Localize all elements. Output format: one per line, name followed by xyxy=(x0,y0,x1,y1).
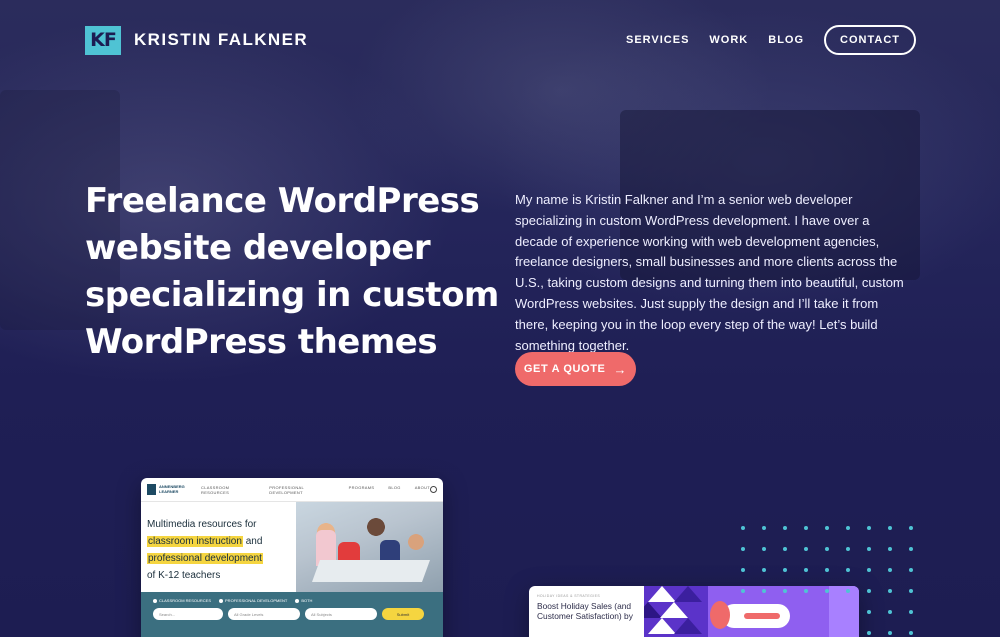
decor-dot xyxy=(825,526,829,530)
decor-dot xyxy=(888,610,892,614)
card-radio: BOTH xyxy=(295,598,312,603)
decor-dot xyxy=(741,589,745,593)
arrow-right-icon: → xyxy=(613,361,628,377)
decor-dot xyxy=(909,547,913,551)
decor-dot xyxy=(867,526,871,530)
classroom-photo xyxy=(296,502,443,592)
triangle-shape xyxy=(674,586,702,602)
decor-dot xyxy=(867,610,871,614)
card-site-hero: Multimedia resources for classroom instr… xyxy=(141,502,443,592)
decor-dot xyxy=(909,589,913,593)
decor-dot xyxy=(846,547,850,551)
nav-item-work[interactable]: WORK xyxy=(709,34,748,46)
site-header: KF KRISTIN FALKNER SERVICES WORK BLOG CO… xyxy=(85,24,916,56)
card-radio: CLASSROOM RESOURCES xyxy=(153,598,211,603)
triangle-shape xyxy=(674,618,702,634)
decor-dot xyxy=(762,547,766,551)
decor-dot xyxy=(888,631,892,635)
card-site-nav: ANNENBERG LEARNER CLASSROOM RESOURCES PR… xyxy=(141,478,443,502)
decor-dot xyxy=(867,631,871,635)
card-blog-title: Boost Holiday Sales (and Customer Satisf… xyxy=(537,601,633,621)
decor-dot xyxy=(888,589,892,593)
decor-dot xyxy=(846,526,850,530)
decor-dot xyxy=(867,589,871,593)
card-radio: PROFESSIONAL DEVELOPMENT xyxy=(219,598,287,603)
decor-dot xyxy=(741,526,745,530)
decor-dot xyxy=(804,589,808,593)
card-nav-item: PROGRAMS xyxy=(348,484,375,490)
contact-button[interactable]: CONTACT xyxy=(824,25,916,55)
card-search-input: Search... xyxy=(153,608,223,620)
card-highlight-2: professional development xyxy=(147,553,263,564)
card-highlight-1: classroom instruction xyxy=(147,536,243,547)
portfolio-card-annenberg[interactable]: ANNENBERG LEARNER CLASSROOM RESOURCES PR… xyxy=(141,478,443,637)
decor-dot xyxy=(846,568,850,572)
decor-dot xyxy=(762,589,766,593)
card-nav-item: BLOG xyxy=(388,484,401,490)
decor-dot xyxy=(783,589,787,593)
hero-intro: My name is Kristin Falkner and I’m a sen… xyxy=(515,192,904,353)
card-site-logo-text: ANNENBERG LEARNER xyxy=(159,484,185,494)
card-line-1: Multimedia resources for xyxy=(147,519,257,530)
photo-desk xyxy=(311,560,431,582)
decor-dot xyxy=(888,547,892,551)
card-grade-select: All Grade Levels xyxy=(228,608,300,620)
decor-dot xyxy=(888,526,892,530)
card-line-4: of K-12 teachers xyxy=(147,570,221,581)
card-site-navlinks: CLASSROOM RESOURCES PROFESSIONAL DEVELOP… xyxy=(201,485,430,495)
logo-mark[interactable]: KF xyxy=(85,25,121,55)
decor-dot xyxy=(909,610,913,614)
hero-headline: Freelance WordPress website developer sp… xyxy=(85,181,499,362)
card-subject-select: All Subjects xyxy=(305,608,377,620)
decor-dot xyxy=(804,526,808,530)
card-nav-item: ABOUT xyxy=(414,484,430,490)
decor-dot xyxy=(909,631,913,635)
decor-dot xyxy=(762,526,766,530)
triangle-shape xyxy=(648,586,676,602)
card-site-logo: ANNENBERG LEARNER xyxy=(147,484,189,495)
decor-dot xyxy=(741,568,745,572)
card-radios: CLASSROOM RESOURCES PROFESSIONAL DEVELOP… xyxy=(153,598,431,603)
phone-icon xyxy=(710,601,730,629)
decor-dot xyxy=(804,547,808,551)
decor-dot xyxy=(804,568,808,572)
search-icon xyxy=(430,486,437,493)
card-and: and xyxy=(245,536,263,547)
card-nav-item: PROFESSIONAL DEVELOPMENT xyxy=(269,484,304,495)
decor-dot xyxy=(846,589,850,593)
decor-dot xyxy=(888,568,892,572)
decor-dot xyxy=(825,547,829,551)
decor-dot xyxy=(825,589,829,593)
decor-dot xyxy=(867,568,871,572)
decor-dot xyxy=(825,568,829,572)
card-site-hero-text: Multimedia resources for classroom instr… xyxy=(141,502,296,592)
decor-dot xyxy=(783,568,787,572)
decor-dot xyxy=(762,568,766,572)
nav-item-blog[interactable]: BLOG xyxy=(768,34,804,46)
annenberg-logo-icon xyxy=(147,484,156,495)
dot-grid-decoration xyxy=(741,526,921,637)
triangle-shape xyxy=(648,618,676,634)
triangle-shape xyxy=(660,602,688,618)
brand-name[interactable]: KRISTIN FALKNER xyxy=(134,30,308,50)
card-blog-text: HOLIDAY IDEAS & STRATEGIES Boost Holiday… xyxy=(529,586,644,637)
nav-item-services[interactable]: SERVICES xyxy=(626,34,689,46)
decor-dot xyxy=(867,547,871,551)
main-nav: SERVICES WORK BLOG CONTACT xyxy=(626,25,916,55)
card-inputs: Search... All Grade Levels All Subjects … xyxy=(153,608,431,620)
decor-dot xyxy=(783,526,787,530)
decor-dot xyxy=(909,568,913,572)
card-nav-item: CLASSROOM RESOURCES xyxy=(201,484,230,495)
brand[interactable]: KF KRISTIN FALKNER xyxy=(85,25,308,55)
decor-dot xyxy=(909,526,913,530)
decor-dot xyxy=(783,547,787,551)
get-a-quote-label: GET A QUOTE xyxy=(523,363,606,375)
get-a-quote-button[interactable]: GET A QUOTE → xyxy=(515,352,636,386)
card-blog-kicker: HOLIDAY IDEAS & STRATEGIES xyxy=(537,594,601,598)
card-submit-button: Submit xyxy=(382,608,424,620)
decor-dot xyxy=(741,547,745,551)
card-search-bar: CLASSROOM RESOURCES PROFESSIONAL DEVELOP… xyxy=(141,592,443,637)
